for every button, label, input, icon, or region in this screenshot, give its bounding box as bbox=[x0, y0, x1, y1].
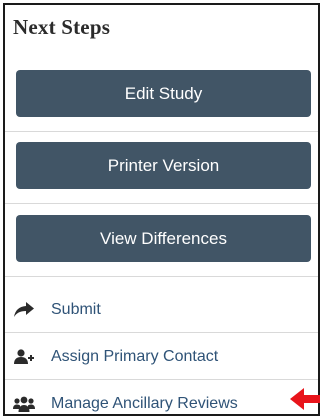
divider bbox=[5, 203, 318, 204]
edit-study-button[interactable]: Edit Study bbox=[16, 70, 311, 117]
users-group-icon bbox=[13, 393, 35, 415]
view-differences-button[interactable]: View Differences bbox=[16, 215, 311, 262]
next-steps-panel: Next Steps Edit Study Printer Version Vi… bbox=[3, 3, 320, 416]
share-arrow-icon bbox=[13, 299, 35, 321]
submit-link[interactable]: Submit bbox=[5, 290, 318, 330]
divider bbox=[5, 332, 318, 333]
assign-primary-contact-label: Assign Primary Contact bbox=[51, 348, 219, 365]
manage-ancillary-reviews-label: Manage Ancillary Reviews bbox=[51, 395, 238, 412]
divider bbox=[5, 276, 318, 277]
submit-label: Submit bbox=[51, 301, 101, 318]
manage-ancillary-reviews-link[interactable]: Manage Ancillary Reviews bbox=[5, 384, 318, 419]
assign-primary-contact-link[interactable]: Assign Primary Contact bbox=[5, 337, 318, 377]
red-pointer-arrow-icon bbox=[290, 388, 320, 410]
printer-version-button[interactable]: Printer Version bbox=[16, 142, 311, 189]
panel-title: Next Steps bbox=[13, 15, 111, 39]
add-user-icon bbox=[13, 346, 35, 368]
divider bbox=[5, 379, 318, 380]
divider bbox=[5, 131, 318, 132]
